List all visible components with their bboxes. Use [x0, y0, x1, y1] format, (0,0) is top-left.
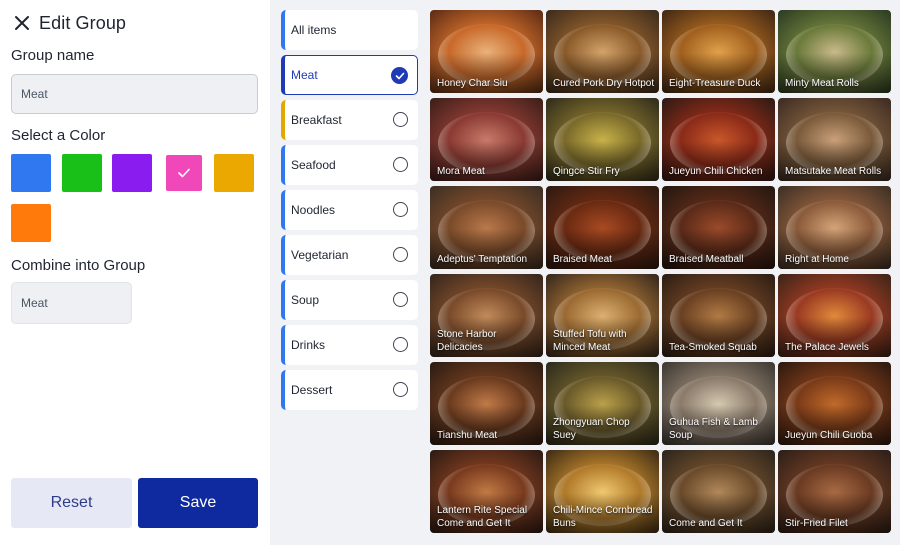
dish-name: Stir-Fried Filet: [785, 518, 848, 529]
dish-tile[interactable]: Guhua Fish & Lamb Soup: [662, 362, 775, 445]
dish-name: Honey Char Siu: [437, 78, 508, 89]
dish-name: Cured Pork Dry Hotpot: [553, 78, 655, 89]
color-swatch[interactable]: [214, 154, 254, 192]
category-item[interactable]: Breakfast: [281, 100, 418, 140]
category-item[interactable]: All items: [281, 10, 418, 50]
dish-tile[interactable]: Eight-Treasure Duck: [662, 10, 775, 93]
dish-name: Minty Meat Rolls: [785, 78, 859, 89]
radio-icon[interactable]: [393, 157, 408, 172]
checkmark-icon: [178, 168, 190, 178]
dish-name: Mora Meat: [437, 166, 485, 177]
dish-name: Qingce Stir Fry: [553, 166, 620, 177]
dish-tile[interactable]: Adeptus' Temptation: [430, 186, 543, 269]
radio-icon[interactable]: [393, 202, 408, 217]
category-item[interactable]: Meat: [281, 55, 418, 95]
dish-tile[interactable]: Zhongyuan Chop Suey: [546, 362, 659, 445]
category-label: All items: [291, 23, 337, 37]
color-label: Select a Color: [11, 127, 106, 144]
radio-icon[interactable]: [393, 292, 408, 307]
dish-name: Chili-Mince Cornbread Buns: [553, 505, 653, 529]
dish-tile[interactable]: Tianshu Meat: [430, 362, 543, 445]
dish-tile[interactable]: Stir-Fried Filet: [778, 450, 891, 533]
dish-name: Stone Harbor Delicacies: [437, 329, 497, 353]
save-button[interactable]: Save: [138, 478, 258, 528]
category-item[interactable]: Vegetarian: [281, 235, 418, 275]
color-swatch[interactable]: [11, 154, 51, 192]
dish-tile[interactable]: Come and Get It: [662, 450, 775, 533]
dish-tile[interactable]: Lantern Rite Special Come and Get It: [430, 450, 543, 533]
dish-name: Jueyun Chili Chicken: [669, 166, 763, 177]
dish-name: Guhua Fish & Lamb Soup: [669, 417, 758, 441]
dish-name: Tianshu Meat: [437, 430, 498, 441]
dish-tile[interactable]: Right at Home: [778, 186, 891, 269]
dish-tile[interactable]: Qingce Stir Fry: [546, 98, 659, 181]
radio-icon[interactable]: [393, 382, 408, 397]
category-label: Vegetarian: [291, 248, 349, 262]
dish-tile[interactable]: Stone Harbor Delicacies: [430, 274, 543, 357]
dish-tile[interactable]: Jueyun Chili Chicken: [662, 98, 775, 181]
dish-name: Tea-Smoked Squab: [669, 342, 757, 353]
check-circle-icon[interactable]: [391, 67, 408, 84]
dish-name: Zhongyuan Chop Suey: [553, 417, 630, 441]
dish-name: Matsutake Meat Rolls: [785, 166, 882, 177]
dish-tile[interactable]: Stuffed Tofu with Minced Meat: [546, 274, 659, 357]
dish-grid: Honey Char Siu Cured Pork Dry Hotpot Eight…: [430, 10, 891, 535]
group-name-label: Group name: [11, 47, 95, 64]
category-item[interactable]: Drinks: [281, 325, 418, 365]
category-list: All items Meat Breakfast Seafood Noodles Vege…: [281, 10, 418, 415]
dish-name: The Palace Jewels: [785, 342, 869, 353]
dish-tile[interactable]: Chili-Mince Cornbread Buns: [546, 450, 659, 533]
dish-tile[interactable]: Braised Meat: [546, 186, 659, 269]
combine-group-field[interactable]: Meat: [11, 282, 132, 324]
group-name-field[interactable]: Meat: [11, 74, 258, 114]
dish-tile[interactable]: Minty Meat Rolls: [778, 10, 891, 93]
dish-tile[interactable]: Jueyun Chili Guoba: [778, 362, 891, 445]
edit-group-panel: Edit Group Group name Meat Select a Colo…: [0, 0, 270, 545]
panel-header: Edit Group: [11, 10, 126, 36]
combine-label: Combine into Group: [11, 257, 146, 274]
dish-tile[interactable]: Braised Meatball: [662, 186, 775, 269]
color-swatch[interactable]: [166, 155, 202, 191]
radio-icon[interactable]: [393, 112, 408, 127]
color-swatch[interactable]: [112, 154, 152, 192]
dish-name: Braised Meat: [553, 254, 612, 265]
dish-name: Adeptus' Temptation: [437, 254, 528, 265]
category-label: Soup: [291, 293, 320, 307]
dish-name: Right at Home: [785, 254, 849, 265]
reset-button[interactable]: Reset: [11, 478, 132, 528]
dish-tile[interactable]: Cured Pork Dry Hotpot: [546, 10, 659, 93]
category-item[interactable]: Seafood: [281, 145, 418, 185]
close-icon[interactable]: [11, 12, 33, 34]
category-label: Seafood: [291, 158, 336, 172]
category-label: Meat: [291, 68, 318, 82]
color-swatch[interactable]: [62, 154, 102, 192]
category-item[interactable]: Soup: [281, 280, 418, 320]
radio-icon[interactable]: [393, 337, 408, 352]
dish-name: Stuffed Tofu with Minced Meat: [553, 329, 627, 353]
dish-tile[interactable]: Mora Meat: [430, 98, 543, 181]
panel-title: Edit Group: [39, 12, 127, 33]
category-label: Breakfast: [291, 113, 342, 127]
category-item[interactable]: Dessert: [281, 370, 418, 410]
dish-name: Eight-Treasure Duck: [669, 78, 761, 89]
dish-tile[interactable]: Matsutake Meat Rolls: [778, 98, 891, 181]
dish-name: Come and Get It: [669, 518, 743, 529]
category-label: Drinks: [291, 338, 326, 352]
dish-name: Lantern Rite Special Come and Get It: [437, 505, 528, 529]
dish-tile[interactable]: Honey Char Siu: [430, 10, 543, 93]
dish-name: Jueyun Chili Guoba: [785, 430, 873, 441]
dish-tile[interactable]: Tea-Smoked Squab: [662, 274, 775, 357]
category-label: Dessert: [291, 383, 333, 397]
dish-tile[interactable]: The Palace Jewels: [778, 274, 891, 357]
dish-name: Braised Meatball: [669, 254, 744, 265]
category-item[interactable]: Noodles: [281, 190, 418, 230]
radio-icon[interactable]: [393, 247, 408, 262]
color-swatch[interactable]: [11, 204, 51, 242]
category-label: Noodles: [291, 203, 336, 217]
